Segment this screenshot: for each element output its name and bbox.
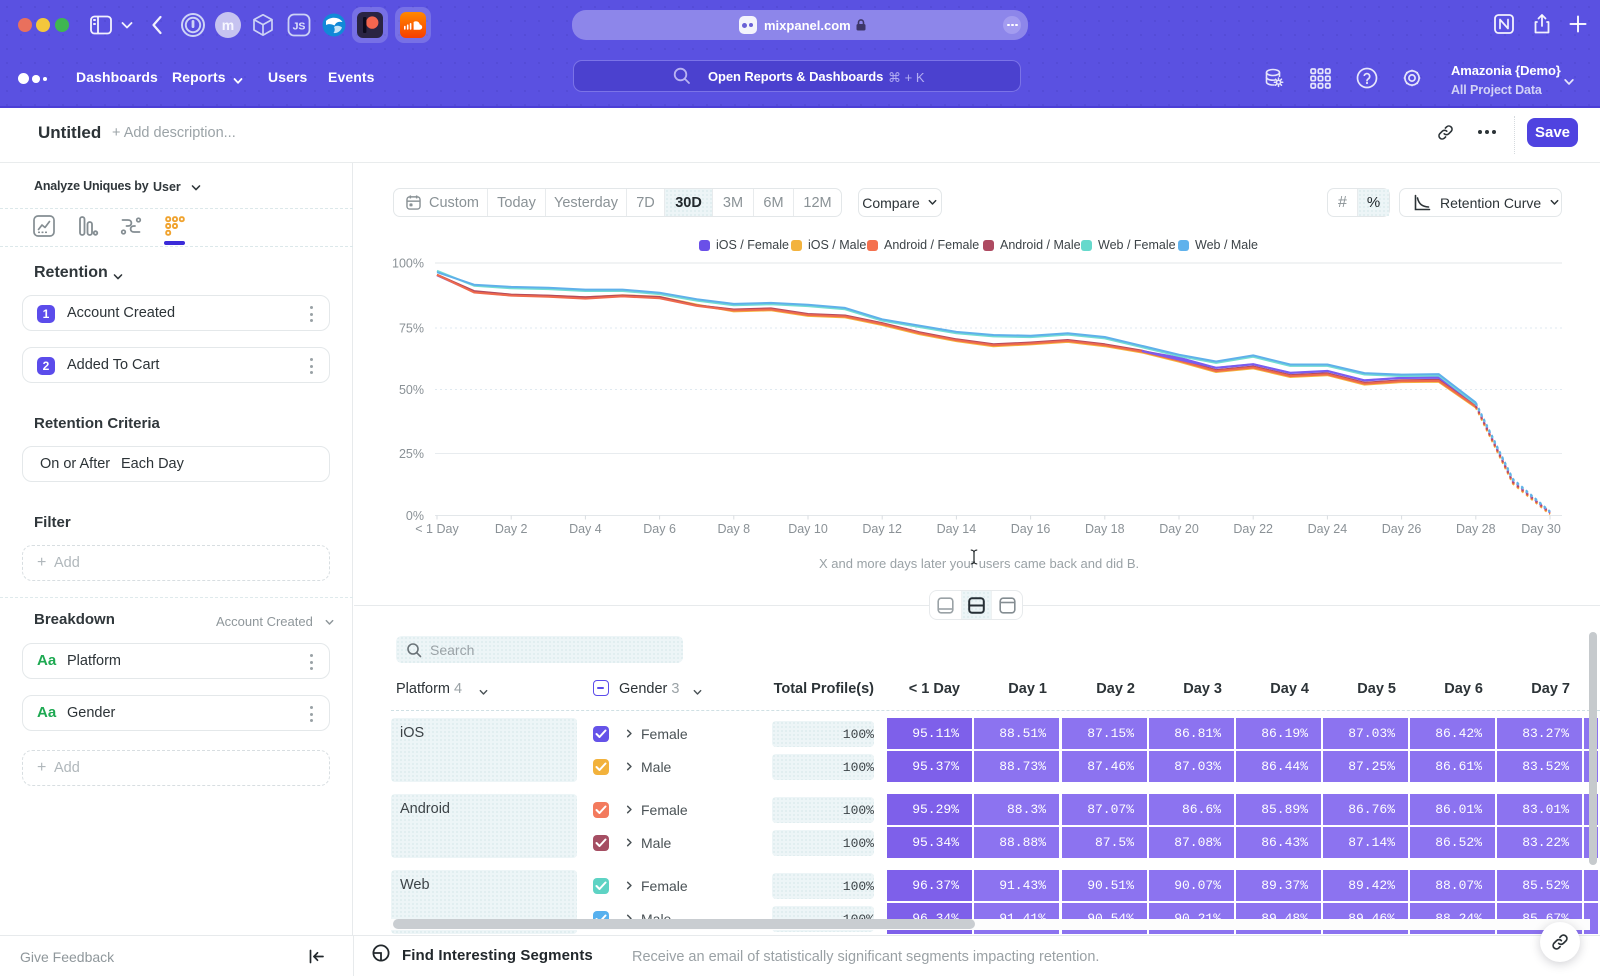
svg-text:Day 12: Day 12 (862, 522, 902, 536)
svg-text:Day 18: Day 18 (1085, 522, 1125, 536)
svg-text:Day 22: Day 22 (1233, 522, 1273, 536)
svg-text:Day 30: Day 30 (1521, 522, 1561, 536)
svg-text:75%: 75% (399, 322, 424, 336)
svg-text:Day 6: Day 6 (643, 522, 676, 536)
svg-text:< 1 Day: < 1 Day (415, 522, 459, 536)
svg-text:100%: 100% (392, 257, 424, 271)
svg-text:Day 2: Day 2 (495, 522, 528, 536)
svg-text:Day 24: Day 24 (1308, 522, 1348, 536)
svg-text:Day 10: Day 10 (788, 522, 828, 536)
svg-text:Day 20: Day 20 (1159, 522, 1199, 536)
svg-text:50%: 50% (399, 383, 424, 397)
svg-text:Day 4: Day 4 (569, 522, 602, 536)
svg-text:Day 16: Day 16 (1011, 522, 1051, 536)
svg-text:Day 14: Day 14 (937, 522, 977, 536)
svg-text:0%: 0% (406, 509, 424, 523)
svg-text:JS: JS (293, 21, 306, 33)
svg-text:Day 8: Day 8 (717, 522, 750, 536)
svg-text:Day 26: Day 26 (1382, 522, 1422, 536)
svg-text:Day 28: Day 28 (1456, 522, 1496, 536)
svg-text:25%: 25% (399, 447, 424, 461)
